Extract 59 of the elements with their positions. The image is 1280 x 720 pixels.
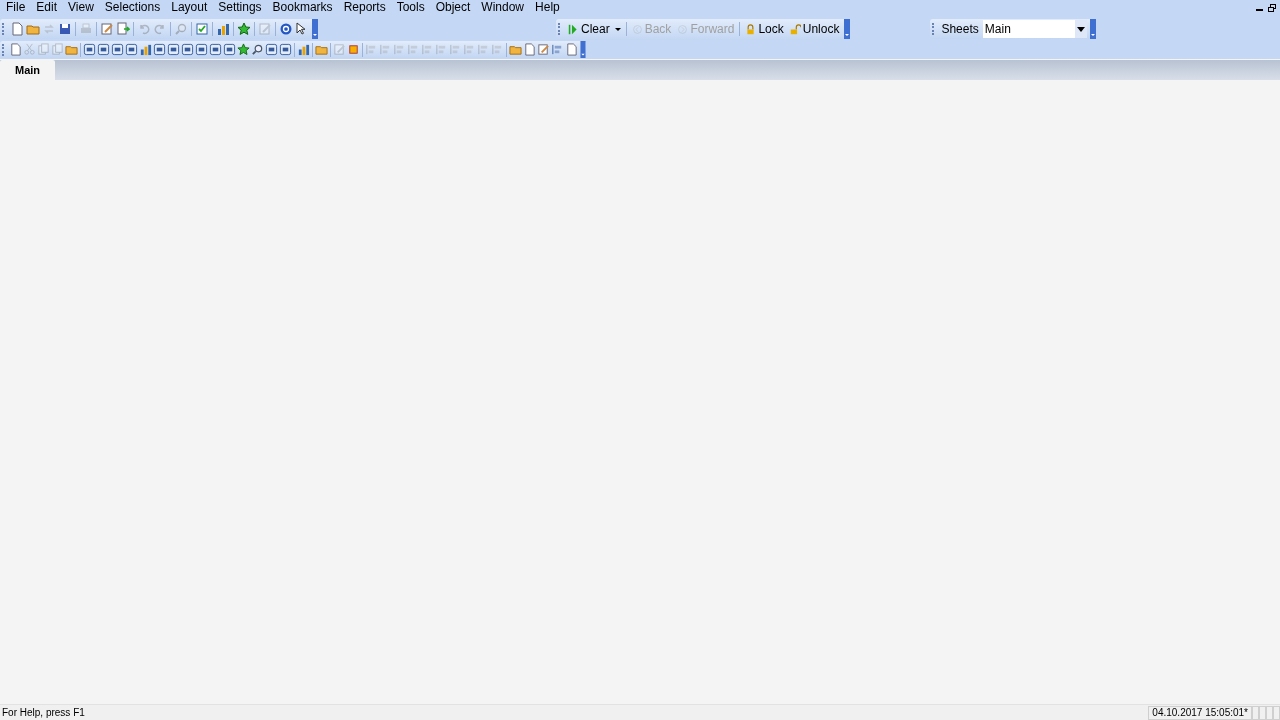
folder-icon[interactable]: [315, 43, 328, 56]
document-icon[interactable]: [523, 43, 536, 56]
square-icon[interactable]: [209, 43, 222, 56]
menu-item[interactable]: File: [0, 0, 31, 15]
toolbar-button[interactable]: Unlock: [787, 19, 842, 39]
menu-item[interactable]: Bookmarks: [266, 0, 338, 15]
toolbar-options-icon[interactable]: [1089, 19, 1096, 39]
menu-item[interactable]: Tools: [390, 0, 430, 15]
open-padlock-icon: [789, 23, 801, 35]
menu-item[interactable]: Object: [429, 0, 476, 15]
menu-item[interactable]: Selections: [98, 0, 166, 15]
document-icon[interactable]: [10, 22, 24, 36]
bar-chart-icon[interactable]: [139, 43, 152, 56]
bar-chart-icon[interactable]: [297, 43, 310, 56]
menu-item[interactable]: Edit: [30, 0, 63, 15]
sheets-label: Sheets: [940, 22, 980, 36]
restore-icon[interactable]: [1268, 3, 1276, 12]
folder-icon[interactable]: [26, 22, 40, 36]
square-icon[interactable]: [279, 43, 292, 56]
star-icon[interactable]: [237, 22, 251, 36]
toolbar-button[interactable]: Lock: [743, 19, 786, 39]
align-icon[interactable]: [551, 43, 564, 56]
pencil-icon[interactable]: [100, 22, 114, 36]
folder-icon[interactable]: [65, 43, 78, 56]
menu-item[interactable]: View: [62, 0, 99, 15]
dropdown-arrow-icon[interactable]: [1076, 26, 1085, 32]
square-icon[interactable]: [125, 43, 138, 56]
square-icon[interactable]: [111, 43, 124, 56]
square-icon[interactable]: [97, 43, 110, 56]
square-icon[interactable]: [153, 43, 166, 56]
bar-chart-icon[interactable]: [216, 22, 230, 36]
toolbar-options-icon[interactable]: [580, 41, 586, 58]
menu-item[interactable]: Window: [475, 0, 530, 15]
toolbar-options-icon[interactable]: [844, 19, 851, 39]
menu-item[interactable]: Reports: [337, 0, 391, 15]
document-icon[interactable]: [565, 43, 578, 56]
toolbar-button[interactable]: Clear: [566, 19, 623, 39]
menu-item[interactable]: Help: [529, 0, 565, 15]
menu-item[interactable]: Settings: [212, 0, 267, 15]
save-icon[interactable]: [58, 22, 72, 36]
square-icon[interactable]: [223, 43, 236, 56]
status-text: For Help, press F1: [1, 707, 85, 718]
square-icon[interactable]: [195, 43, 208, 56]
square-icon[interactable]: [181, 43, 194, 56]
padlock-icon: [745, 23, 757, 35]
square-icon[interactable]: [167, 43, 180, 56]
star-icon[interactable]: [237, 43, 250, 56]
pencil-icon[interactable]: [537, 43, 550, 56]
document-icon[interactable]: [9, 43, 22, 56]
sheet-dropdown[interactable]: Main: [982, 20, 1087, 38]
square-icon[interactable]: [83, 43, 96, 56]
checkbox-icon[interactable]: [195, 22, 209, 36]
square-icon[interactable]: [265, 43, 278, 56]
timestamp-text: 04.10.2017 15:05:01*: [1148, 705, 1252, 720]
import-icon[interactable]: [116, 22, 130, 36]
sheet-tab[interactable]: Main: [0, 60, 55, 80]
menu-item[interactable]: Layout: [165, 0, 213, 15]
magnifier-icon[interactable]: [251, 43, 264, 56]
folder-icon[interactable]: [509, 43, 522, 56]
